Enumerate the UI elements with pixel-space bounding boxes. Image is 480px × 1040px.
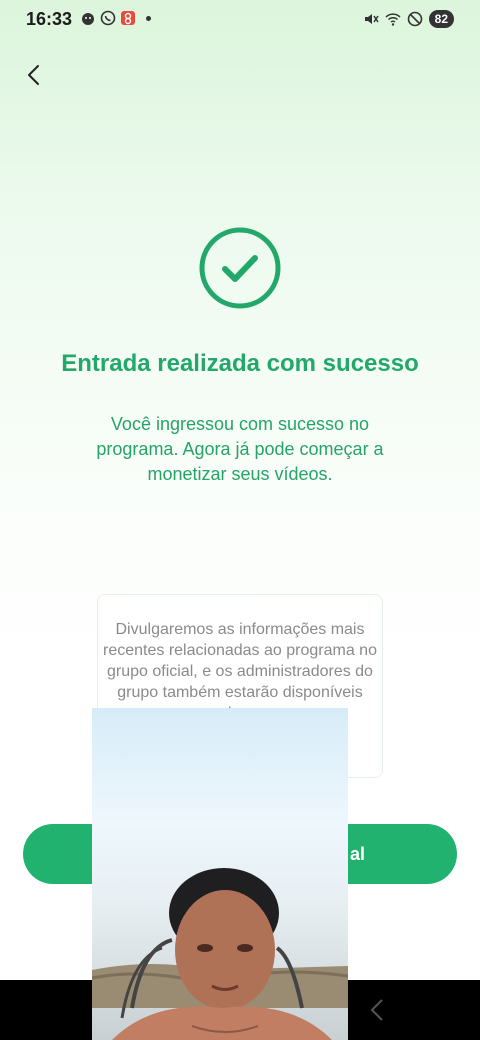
wifi-icon: [385, 13, 401, 26]
app-badge-icon: [121, 11, 135, 25]
success-description: Você ingressou com sucesso no programa. …: [96, 414, 384, 484]
whatsapp-icon: [100, 10, 116, 26]
nav-back-icon[interactable]: [362, 990, 392, 1030]
info-card-text: Divulgaremos as informações mais recente…: [103, 621, 377, 722]
chevron-left-icon: [28, 65, 39, 85]
status-time: 16:33: [26, 9, 73, 29]
front-camera-video-feed: [92, 708, 348, 1040]
system-icons: 82: [363, 10, 454, 28]
status-bar: 16:33 82: [0, 0, 480, 38]
join-group-button-label: al: [349, 843, 365, 864]
back-button[interactable]: [18, 58, 48, 92]
dnd-icon: [407, 11, 422, 27]
more-notifications-dot: [146, 15, 151, 21]
success-title: Entrada realizada com sucesso: [61, 350, 419, 377]
camera-overlay[interactable]: [92, 708, 348, 1040]
android-icon: [82, 13, 94, 25]
battery-indicator: 82: [428, 10, 454, 28]
check-circle-icon: [199, 227, 281, 309]
mute-icon: [364, 14, 379, 24]
notification-icons: [80, 10, 151, 26]
